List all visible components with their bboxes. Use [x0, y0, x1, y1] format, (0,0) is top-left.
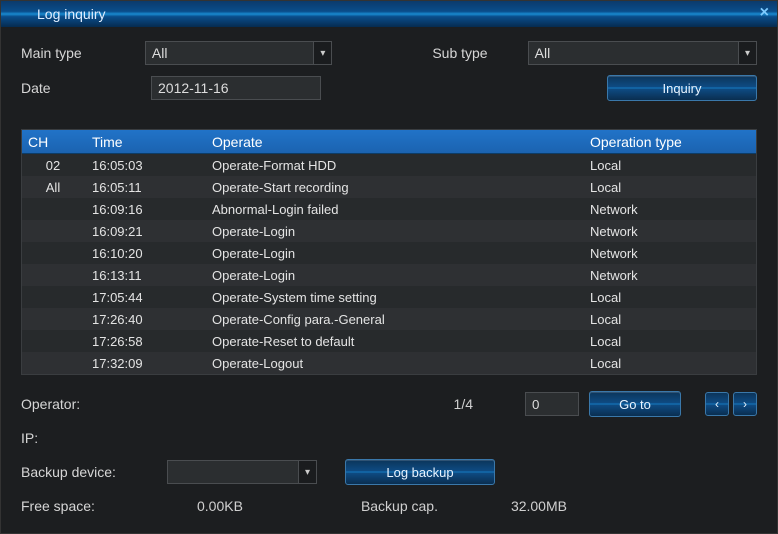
table-header: CH Time Operate Operation type — [22, 130, 756, 154]
table-row[interactable]: All16:05:11Operate-Start recordingLocal — [22, 176, 756, 198]
cell-operate: Operate-System time setting — [212, 290, 590, 305]
cell-time: 16:13:11 — [92, 268, 212, 283]
log-backup-button[interactable]: Log backup — [345, 459, 495, 485]
cell-time: 17:26:40 — [92, 312, 212, 327]
cell-time: 16:05:03 — [92, 158, 212, 173]
cell-time: 17:32:09 — [92, 356, 212, 371]
goto-button[interactable]: Go to — [589, 391, 681, 417]
cell-operate: Operate-Logout — [212, 356, 590, 371]
inquiry-button[interactable]: Inquiry — [607, 75, 757, 101]
cell-time: 17:05:44 — [92, 290, 212, 305]
cell-op-type: Local — [590, 356, 750, 371]
cell-op-type: Local — [590, 312, 750, 327]
chevron-right-icon: › — [743, 397, 747, 411]
cell-operate: Operate-Start recording — [212, 180, 590, 195]
sub-type-label: Sub type — [432, 45, 527, 61]
header-operate: Operate — [212, 134, 590, 150]
ip-label: IP: — [21, 430, 38, 446]
cell-time: 17:26:58 — [92, 334, 212, 349]
cell-op-type: Network — [590, 224, 750, 239]
table-row[interactable]: 16:09:16Abnormal-Login failedNetwork — [22, 198, 756, 220]
date-value: 2012-11-16 — [158, 80, 229, 96]
date-label: Date — [21, 80, 151, 96]
cell-time: 16:10:20 — [92, 246, 212, 261]
log-inquiry-window: Log inquiry × Main type All ▾ Sub type A… — [0, 0, 778, 534]
chevron-left-icon: ‹ — [715, 397, 719, 411]
sub-type-value: All — [535, 45, 551, 61]
header-time: Time — [92, 134, 212, 150]
cell-op-type: Local — [590, 180, 750, 195]
prev-page-button[interactable]: ‹ — [705, 392, 729, 416]
cell-op-type: Network — [590, 268, 750, 283]
table-row[interactable]: 17:26:58Operate-Reset to defaultLocal — [22, 330, 756, 352]
cell-time: 16:09:16 — [92, 202, 212, 217]
window-title: Log inquiry — [37, 6, 106, 22]
cell-operate: Operate-Format HDD — [212, 158, 590, 173]
cell-operate: Operate-Login — [212, 268, 590, 283]
main-type-label: Main type — [21, 45, 145, 61]
table-row[interactable]: 17:32:09Operate-LogoutLocal — [22, 352, 756, 374]
main-type-value: All — [152, 45, 168, 61]
sub-type-select[interactable]: All ▾ — [528, 41, 757, 65]
titlebar: Log inquiry × — [1, 1, 777, 27]
header-ch: CH — [28, 134, 92, 150]
close-icon[interactable]: × — [760, 4, 769, 22]
backup-device-select[interactable]: ▾ — [167, 460, 317, 484]
log-table: CH Time Operate Operation type 0216:05:0… — [21, 129, 757, 375]
date-input[interactable]: 2012-11-16 — [151, 76, 321, 100]
free-space-label: Free space: — [21, 498, 197, 514]
footer-panel: Operator: 1/4 Go to ‹ › IP: Backup devic… — [1, 387, 777, 523]
cell-op-type: Network — [590, 202, 750, 217]
main-type-select[interactable]: All ▾ — [145, 41, 332, 65]
filter-panel: Main type All ▾ Sub type All ▾ Date 2012… — [1, 27, 777, 121]
chevron-down-icon: ▾ — [738, 42, 756, 64]
chevron-down-icon: ▾ — [298, 461, 316, 483]
table-row[interactable]: 17:26:40Operate-Config para.-GeneralLoca… — [22, 308, 756, 330]
header-op-type: Operation type — [590, 134, 750, 150]
backup-device-label: Backup device: — [21, 464, 159, 480]
page-counter: 1/4 — [454, 396, 473, 412]
chevron-down-icon: ▾ — [313, 42, 331, 64]
cell-operate: Operate-Reset to default — [212, 334, 590, 349]
table-row[interactable]: 17:05:44Operate-System time settingLocal — [22, 286, 756, 308]
free-space-value: 0.00KB — [197, 498, 243, 514]
cell-time: 16:05:11 — [92, 180, 212, 195]
cell-time: 16:09:21 — [92, 224, 212, 239]
table-row[interactable]: 16:13:11Operate-LoginNetwork — [22, 264, 756, 286]
cell-ch: All — [28, 180, 92, 195]
table-row[interactable]: 0216:05:03Operate-Format HDDLocal — [22, 154, 756, 176]
cell-op-type: Local — [590, 334, 750, 349]
cell-ch: 02 — [28, 158, 92, 173]
table-row[interactable]: 16:10:20Operate-LoginNetwork — [22, 242, 756, 264]
table-row[interactable]: 16:09:21Operate-LoginNetwork — [22, 220, 756, 242]
cell-op-type: Local — [590, 158, 750, 173]
cell-operate: Operate-Login — [212, 224, 590, 239]
operator-label: Operator: — [21, 396, 80, 412]
backup-cap-value: 32.00MB — [511, 498, 567, 514]
cell-op-type: Network — [590, 246, 750, 261]
cell-operate: Operate-Config para.-General — [212, 312, 590, 327]
cell-op-type: Local — [590, 290, 750, 305]
table-body: 0216:05:03Operate-Format HDDLocalAll16:0… — [22, 154, 756, 374]
page-input[interactable] — [525, 392, 579, 416]
cell-operate: Abnormal-Login failed — [212, 202, 590, 217]
backup-cap-label: Backup cap. — [361, 498, 511, 514]
cell-operate: Operate-Login — [212, 246, 590, 261]
next-page-button[interactable]: › — [733, 392, 757, 416]
